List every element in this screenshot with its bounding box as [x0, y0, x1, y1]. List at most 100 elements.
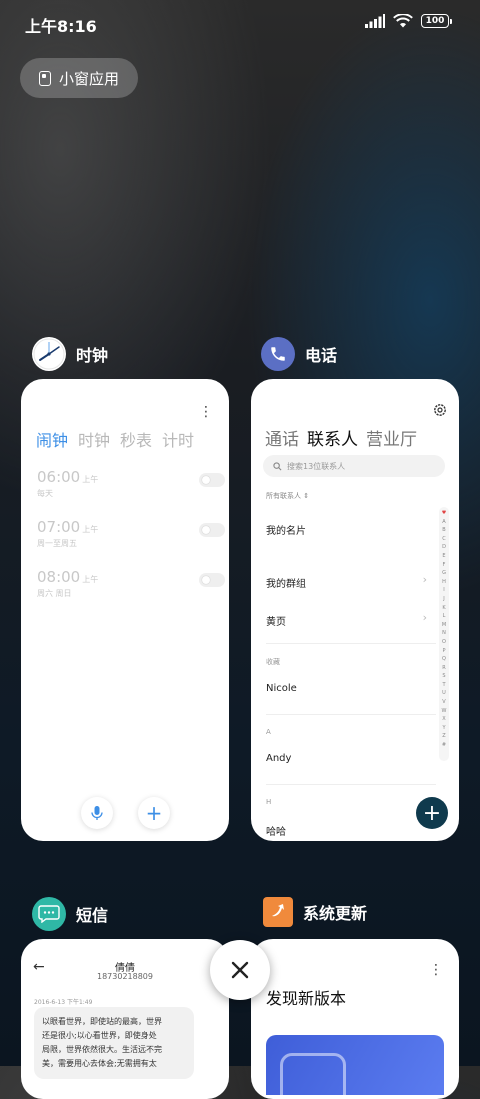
clock-card-header[interactable]: 时钟	[32, 337, 108, 371]
phone-card-header[interactable]: 电话	[261, 337, 337, 371]
alphabet-index[interactable]: ♥ A B C D E F G H I J K L M N O P Q R S T U V W X Y Z #	[439, 507, 449, 761]
message-timestamp: 2016-6-13 下午1:49	[34, 999, 93, 1006]
divider	[266, 643, 436, 644]
alphabet-index-letter[interactable]: #	[442, 741, 446, 750]
close-icon	[231, 961, 249, 979]
alphabet-index-letter[interactable]: F	[443, 561, 446, 570]
alphabet-index-letter[interactable]: W	[442, 707, 447, 716]
message-line: 美，需要用心去体会;无需拥有太	[42, 1059, 157, 1068]
message-bubble[interactable]: 以眼看世界，即使站的最高，世界 还是很小;以心看世界，即使身处 局限，世界依然很…	[34, 1007, 194, 1079]
phone-card[interactable]: 通话 联系人 营业厅 搜索13位联系人 所有联系人 ⇕ 我的名片 我的群组 › …	[251, 379, 459, 841]
alphabet-index-letter[interactable]: U	[442, 689, 446, 698]
alphabet-index-letter[interactable]: Q	[442, 655, 446, 664]
alarm-toggle[interactable]	[199, 573, 225, 587]
yellow-pages-row[interactable]: 黄页	[266, 613, 286, 628]
wifi-icon	[393, 14, 413, 28]
signal-icon	[365, 14, 385, 28]
update-banner-image	[266, 1035, 444, 1095]
alphabet-index-letter[interactable]: M	[442, 621, 446, 630]
alphabet-index-letter[interactable]: V	[442, 698, 445, 707]
battery-icon: 100	[421, 14, 452, 28]
update-card-header[interactable]: 系统更新	[263, 897, 367, 927]
mini-window-button[interactable]: 小窗应用	[20, 58, 138, 98]
alphabet-index-letter[interactable]: O	[442, 638, 446, 647]
status-icons: 100	[365, 14, 452, 28]
alarm-time: 06:00	[37, 468, 81, 486]
settings-icon[interactable]	[433, 403, 447, 417]
alphabet-index-letter[interactable]: S	[442, 672, 445, 681]
alarm-ampm: 上午	[82, 575, 99, 584]
search-icon	[273, 461, 282, 470]
my-card-row[interactable]: 我的名片	[266, 522, 306, 537]
alphabet-index-letter[interactable]: Z	[442, 732, 445, 741]
alphabet-index-letter[interactable]: G	[442, 569, 446, 578]
tab-calls[interactable]: 通话	[265, 425, 299, 450]
sms-card[interactable]: ← 倩倩 18730218809 2016-6-13 下午1:49 以眼看世界，…	[21, 939, 229, 1099]
update-heading: 发现新版本	[266, 989, 347, 1008]
chevron-right-icon: ›	[422, 573, 427, 586]
alarm-toggle[interactable]	[199, 473, 225, 487]
alphabet-index-letter[interactable]: K	[442, 604, 445, 613]
tab-stopwatch[interactable]: 秒表	[120, 427, 152, 451]
alphabet-index-letter[interactable]: I	[443, 586, 444, 595]
more-menu-icon[interactable]: ⋮	[199, 405, 213, 419]
alphabet-index-letter[interactable]: T	[442, 681, 445, 690]
alarm-item[interactable]: 06:00 上午 每天	[37, 467, 225, 507]
clear-all-button[interactable]	[210, 940, 270, 1000]
alphabet-index-letter[interactable]: ♥	[442, 509, 446, 518]
conversation-contact-number: 18730218809	[97, 972, 153, 981]
update-app-title: 系统更新	[303, 904, 368, 923]
update-card[interactable]: ⋮ 发现新版本	[251, 939, 459, 1099]
all-contacts-filter[interactable]: 所有联系人 ⇕	[266, 491, 309, 501]
sms-app-icon	[32, 897, 66, 931]
alphabet-index-letter[interactable]: J	[443, 595, 444, 604]
tab-contacts[interactable]: 联系人	[307, 425, 358, 450]
plus-icon: +	[422, 800, 442, 826]
alphabet-index-letter[interactable]: E	[442, 552, 445, 561]
add-contact-button[interactable]: +	[416, 797, 448, 829]
favorites-section-label: 收藏	[266, 658, 280, 666]
voice-button[interactable]	[81, 797, 113, 829]
tab-timer[interactable]: 计时	[162, 427, 194, 451]
divider	[266, 784, 436, 785]
alarm-toggle[interactable]	[199, 523, 225, 537]
tab-alarm[interactable]: 闹钟	[36, 427, 68, 451]
divider	[266, 714, 436, 715]
tab-service-hall[interactable]: 营业厅	[366, 425, 417, 450]
sms-app-title: 短信	[76, 906, 109, 925]
alphabet-index-letter[interactable]: H	[442, 578, 446, 587]
alphabet-index-letter[interactable]: A	[442, 518, 445, 527]
my-groups-row[interactable]: 我的群组	[266, 575, 306, 590]
phone-tabs: 通话 联系人 营业厅	[265, 425, 417, 450]
clock-card[interactable]: ⋮ 闹钟 时钟 秒表 计时 06:00 上午 每天 07:00 上午 周一至周五 0…	[21, 379, 229, 841]
sms-card-header[interactable]: 短信	[32, 897, 108, 931]
alarm-item[interactable]: 08:00 上午 周六 周日	[37, 567, 225, 607]
alphabet-index-letter[interactable]: C	[442, 535, 446, 544]
alphabet-index-letter[interactable]: R	[442, 664, 445, 673]
alphabet-index-letter[interactable]: Y	[442, 724, 445, 733]
alphabet-index-letter[interactable]: N	[442, 629, 446, 638]
alphabet-index-letter[interactable]: L	[443, 612, 446, 621]
contact-row[interactable]: Andy	[266, 753, 291, 764]
alphabet-index-letter[interactable]: D	[442, 543, 446, 552]
contact-row[interactable]: Nicole	[266, 683, 297, 694]
contact-row[interactable]: 哈哈	[266, 823, 286, 838]
alphabet-index-letter[interactable]: P	[442, 647, 445, 656]
system-update-app-icon	[263, 897, 293, 927]
more-menu-icon[interactable]: ⋮	[429, 963, 443, 977]
contact-search-input[interactable]: 搜索13位联系人	[263, 455, 445, 477]
clock-app-icon	[32, 337, 66, 371]
message-line: 局限，世界依然很大。生活远不完	[42, 1045, 162, 1054]
add-alarm-button[interactable]: +	[138, 797, 170, 829]
alarm-ampm: 上午	[82, 525, 99, 534]
battery-level: 100	[421, 14, 449, 28]
tab-clock[interactable]: 时钟	[78, 427, 110, 451]
alphabet-index-letter[interactable]: X	[442, 715, 445, 724]
alarm-item[interactable]: 07:00 上午 周一至周五	[37, 517, 225, 557]
alarm-repeat: 周六 周日	[37, 589, 72, 598]
alphabet-index-letter[interactable]: B	[442, 526, 445, 535]
clock-tabs: 闹钟 时钟 秒表 计时	[36, 427, 194, 451]
alarm-ampm: 上午	[82, 475, 99, 484]
chevron-right-icon: ›	[422, 611, 427, 624]
status-time: 上午8:16	[25, 17, 97, 36]
